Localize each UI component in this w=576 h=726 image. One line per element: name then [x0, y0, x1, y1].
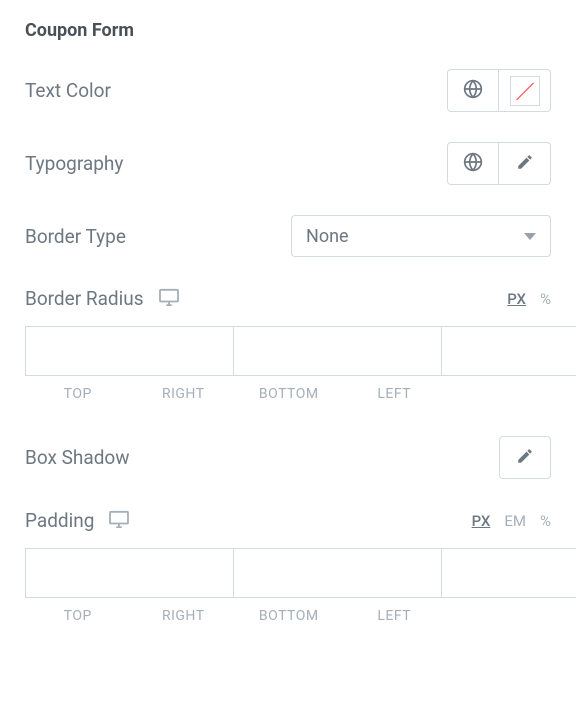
unit-em[interactable]: EM	[504, 512, 526, 530]
padding-sublabels: TOP RIGHT BOTTOM LEFT	[25, 608, 551, 624]
pencil-icon	[516, 447, 534, 469]
side-left: LEFT	[342, 386, 448, 402]
box-shadow-row: Box Shadow	[25, 436, 551, 479]
border-type-select[interactable]: None	[291, 215, 551, 257]
padding-top-input[interactable]	[25, 548, 234, 598]
border-type-value: None	[306, 226, 349, 247]
desktop-icon[interactable]	[108, 510, 130, 532]
desktop-icon[interactable]	[158, 288, 180, 310]
border-type-row: Border Type None	[25, 215, 551, 257]
padding-right-input[interactable]	[234, 548, 442, 598]
border-radius-header: Border Radius PX %	[25, 287, 551, 310]
padding-bottom-input[interactable]	[442, 548, 576, 598]
side-right: RIGHT	[131, 386, 237, 402]
box-shadow-edit-button[interactable]	[499, 436, 551, 479]
text-color-label: Text Color	[25, 79, 111, 102]
side-top: TOP	[25, 608, 131, 624]
no-color-swatch	[510, 76, 540, 106]
unit-percent[interactable]: %	[540, 512, 551, 530]
section-title: Coupon Form	[25, 20, 551, 41]
padding-header: Padding PX EM %	[25, 509, 551, 532]
side-left: LEFT	[342, 608, 448, 624]
text-color-swatch-button[interactable]	[499, 69, 551, 112]
unit-percent[interactable]: %	[540, 290, 551, 308]
typography-global-button[interactable]	[447, 142, 499, 185]
side-right: RIGHT	[131, 608, 237, 624]
border-radius-label: Border Radius	[25, 287, 144, 310]
border-radius-top-input[interactable]	[25, 326, 234, 376]
unit-px[interactable]: PX	[472, 512, 491, 530]
chevron-down-icon	[524, 233, 536, 240]
text-color-global-button[interactable]	[447, 69, 499, 112]
side-top: TOP	[25, 386, 131, 402]
side-bottom: BOTTOM	[236, 386, 342, 402]
typography-group	[447, 142, 551, 185]
globe-icon	[463, 152, 483, 176]
typography-edit-button[interactable]	[499, 142, 551, 185]
globe-icon	[463, 79, 483, 103]
text-color-row: Text Color	[25, 69, 551, 112]
border-radius-right-input[interactable]	[234, 326, 442, 376]
border-radius-inputs	[25, 326, 551, 376]
border-type-label: Border Type	[25, 225, 126, 248]
side-bottom: BOTTOM	[236, 608, 342, 624]
border-radius-bottom-input[interactable]	[442, 326, 576, 376]
typography-label: Typography	[25, 152, 123, 175]
pencil-icon	[516, 153, 534, 175]
unit-px[interactable]: PX	[507, 290, 526, 308]
border-radius-sublabels: TOP RIGHT BOTTOM LEFT	[25, 386, 551, 402]
padding-units: PX EM %	[472, 512, 551, 530]
box-shadow-label: Box Shadow	[25, 446, 130, 469]
text-color-group	[447, 69, 551, 112]
padding-inputs	[25, 548, 551, 598]
typography-row: Typography	[25, 142, 551, 185]
border-radius-units: PX %	[507, 290, 551, 308]
padding-label: Padding	[25, 509, 94, 532]
